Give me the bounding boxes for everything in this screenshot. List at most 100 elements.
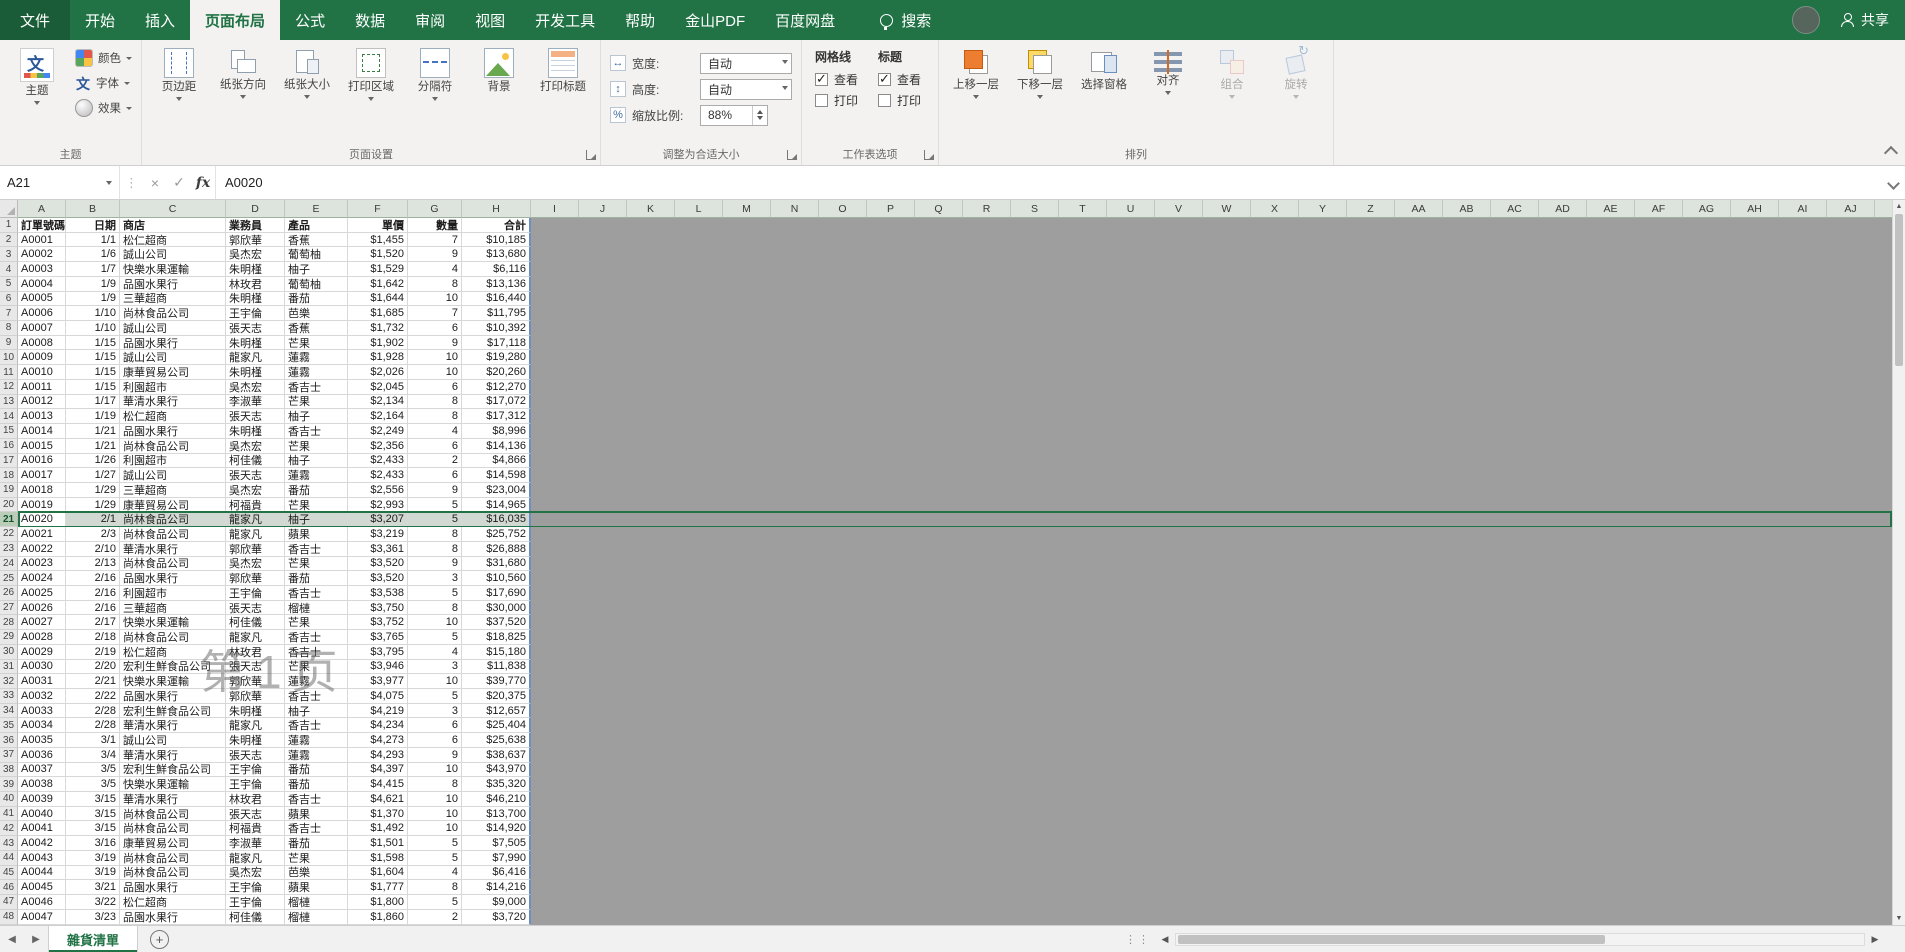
row-header-47[interactable]: 47	[0, 895, 18, 910]
spin-down-icon[interactable]	[757, 116, 763, 123]
horizontal-scroll-track[interactable]	[1175, 932, 1865, 946]
row-header-10[interactable]: 10	[0, 350, 18, 366]
cell-A26[interactable]: A0025	[18, 585, 66, 601]
cell-F8[interactable]: $1,732	[348, 321, 408, 336]
cell-H15[interactable]: $8,996	[462, 424, 531, 439]
cell-C28[interactable]: 快樂水果運輸	[120, 615, 226, 631]
cell-A28[interactable]: A0027	[18, 615, 66, 631]
cell-B8[interactable]: 1/10	[66, 321, 120, 336]
cell-D4[interactable]: 朱明槿	[226, 262, 285, 277]
cell-B6[interactable]: 1/9	[66, 291, 120, 307]
cell-A18[interactable]: A0017	[18, 468, 66, 483]
cell-E39[interactable]: 番茄	[285, 777, 348, 793]
column-header-Q[interactable]: Q	[915, 200, 963, 218]
cell-G32[interactable]: 10	[408, 674, 462, 689]
cell-B20[interactable]: 1/29	[66, 497, 120, 513]
cell-H35[interactable]: $25,404	[462, 718, 531, 734]
cell-C39[interactable]: 快樂水果運輸	[120, 777, 226, 793]
row-header-22[interactable]: 22	[0, 527, 18, 542]
cell-D17[interactable]: 柯佳儀	[226, 453, 285, 469]
cell-D25[interactable]: 郭欣華	[226, 571, 285, 586]
cell-B24[interactable]: 2/13	[66, 556, 120, 572]
cell-F38[interactable]: $4,397	[348, 762, 408, 778]
row-header-20[interactable]: 20	[0, 497, 18, 513]
cell-D6[interactable]: 朱明槿	[226, 291, 285, 307]
orientation-button[interactable]: 纸张方向	[211, 44, 275, 104]
cell-F14[interactable]: $2,164	[348, 409, 408, 425]
cell-A34[interactable]: A0033	[18, 703, 66, 719]
cell-E13[interactable]: 芒果	[285, 394, 348, 410]
cell-E15[interactable]: 香吉士	[285, 424, 348, 439]
cell-G27[interactable]: 8	[408, 600, 462, 616]
cell-E25[interactable]: 番茄	[285, 571, 348, 586]
cell-H40[interactable]: $46,210	[462, 792, 531, 807]
name-box-resizer[interactable]: ⋮	[120, 175, 143, 191]
cell-H2[interactable]: $10,185	[462, 232, 531, 248]
cell-B14[interactable]: 1/19	[66, 409, 120, 425]
cell-D15[interactable]: 朱明槿	[226, 424, 285, 439]
row-header-3[interactable]: 3	[0, 247, 18, 263]
cell-C8[interactable]: 誠山公司	[120, 321, 226, 336]
scroll-down-icon[interactable]: ▼	[1893, 912, 1905, 925]
cell-B43[interactable]: 3/16	[66, 836, 120, 851]
name-box[interactable]: A21	[0, 166, 120, 199]
cell-F9[interactable]: $1,902	[348, 335, 408, 351]
cell-H6[interactable]: $16,440	[462, 291, 531, 307]
cell-H32[interactable]: $39,770	[462, 674, 531, 689]
cell-B7[interactable]: 1/10	[66, 306, 120, 322]
cell-H24[interactable]: $31,680	[462, 556, 531, 572]
cell-D24[interactable]: 吳杰宏	[226, 556, 285, 572]
row-header-28[interactable]: 28	[0, 615, 18, 631]
row-header-30[interactable]: 30	[0, 644, 18, 660]
column-header-M[interactable]: M	[723, 200, 771, 218]
cell-C47[interactable]: 松仁超商	[120, 895, 226, 910]
cell-F6[interactable]: $1,644	[348, 291, 408, 307]
cell-C38[interactable]: 宏利生鮮食品公司	[120, 762, 226, 778]
row-header-18[interactable]: 18	[0, 468, 18, 483]
cell-D43[interactable]: 李淑華	[226, 836, 285, 851]
cell-C45[interactable]: 尚林食品公司	[120, 865, 226, 881]
page-setup-dialog-launcher-icon[interactable]	[586, 150, 596, 160]
cell-A17[interactable]: A0016	[18, 453, 66, 469]
cell-F41[interactable]: $1,370	[348, 806, 408, 822]
column-header-U[interactable]: U	[1107, 200, 1155, 218]
cell-A1[interactable]: 訂單號碼	[18, 218, 66, 233]
background-button[interactable]: 背景	[467, 44, 531, 104]
cell-B22[interactable]: 2/3	[66, 527, 120, 542]
column-header-AA[interactable]: AA	[1395, 200, 1443, 218]
cell-E8[interactable]: 香蕉	[285, 321, 348, 336]
cell-A16[interactable]: A0015	[18, 438, 66, 454]
cell-D13[interactable]: 李淑華	[226, 394, 285, 410]
cell-B47[interactable]: 3/22	[66, 895, 120, 910]
cell-E5[interactable]: 葡萄柚	[285, 276, 348, 292]
cell-A14[interactable]: A0013	[18, 409, 66, 425]
cell-H36[interactable]: $25,638	[462, 733, 531, 748]
column-header-AF[interactable]: AF	[1635, 200, 1683, 218]
cell-C43[interactable]: 康華貿易公司	[120, 836, 226, 851]
cell-E17[interactable]: 柚子	[285, 453, 348, 469]
row-header-43[interactable]: 43	[0, 836, 18, 851]
ribbon-tab-数据[interactable]: 数据	[340, 0, 400, 40]
row-header-13[interactable]: 13	[0, 394, 18, 410]
cell-A42[interactable]: A0041	[18, 821, 66, 837]
cell-E6[interactable]: 番茄	[285, 291, 348, 307]
column-header-T[interactable]: T	[1059, 200, 1107, 218]
cell-B37[interactable]: 3/4	[66, 747, 120, 763]
cell-F40[interactable]: $4,621	[348, 792, 408, 807]
cell-G18[interactable]: 6	[408, 468, 462, 483]
cell-D18[interactable]: 張天志	[226, 468, 285, 483]
cell-H47[interactable]: $9,000	[462, 895, 531, 910]
bring-forward-button[interactable]: 上移一层	[944, 44, 1008, 102]
cell-D26[interactable]: 王宇倫	[226, 585, 285, 601]
cell-H43[interactable]: $7,505	[462, 836, 531, 851]
cell-F36[interactable]: $4,273	[348, 733, 408, 748]
cell-E19[interactable]: 番茄	[285, 482, 348, 498]
cell-H22[interactable]: $25,752	[462, 527, 531, 542]
row-header-29[interactable]: 29	[0, 630, 18, 645]
row-header-6[interactable]: 6	[0, 291, 18, 307]
gridlines-print-option[interactable]: 打印	[815, 92, 858, 109]
margins-button[interactable]: 页边距	[147, 44, 211, 104]
row-header-2[interactable]: 2	[0, 232, 18, 248]
cell-C2[interactable]: 松仁超商	[120, 232, 226, 248]
cell-E2[interactable]: 香蕉	[285, 232, 348, 248]
